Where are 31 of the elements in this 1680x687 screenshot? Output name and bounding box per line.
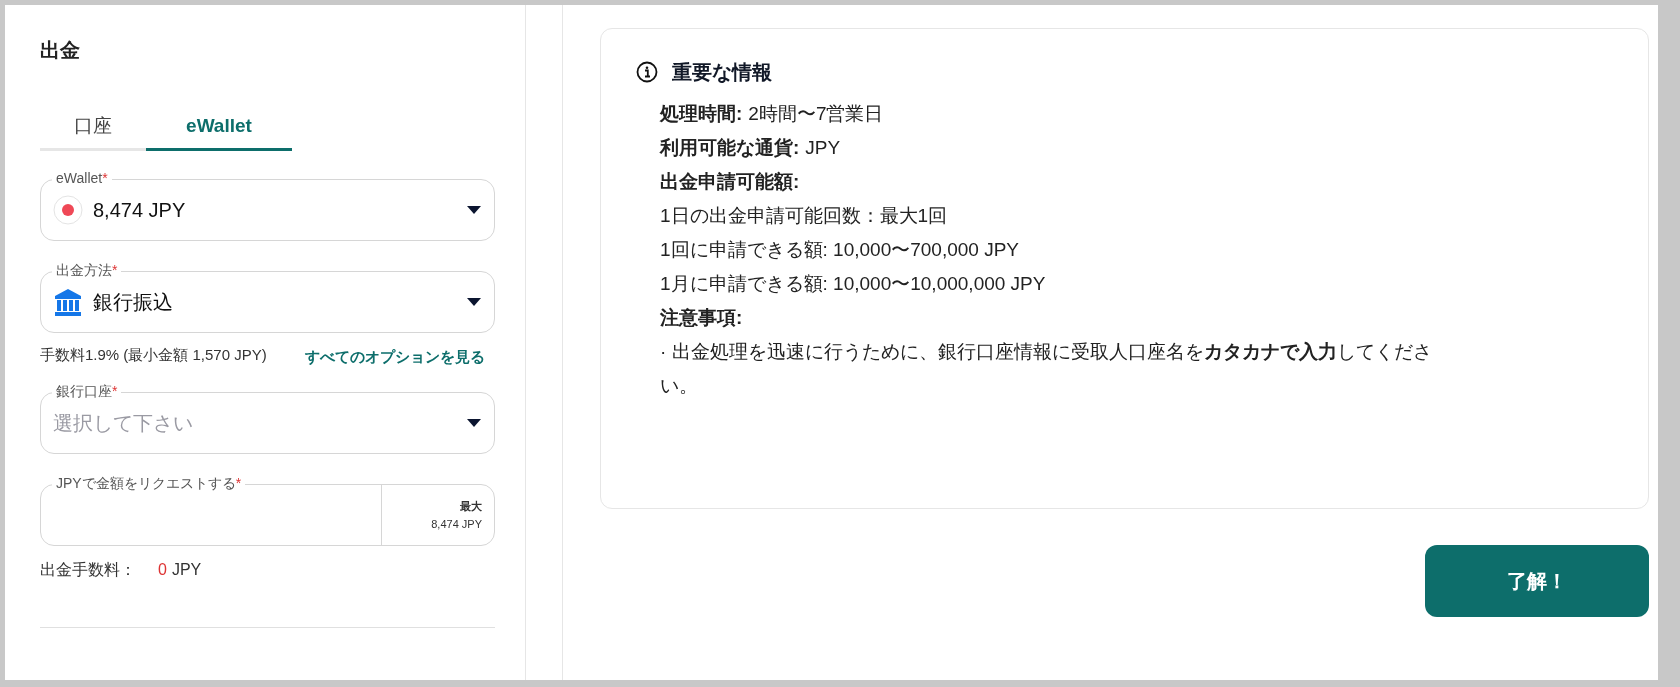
info-icon [636,61,658,83]
info-text: 1月に申請できる額: 10,000〜10,000,000 JPY [660,272,1047,296]
caret-icon [466,418,482,428]
max-label: 最大 [460,498,482,514]
fee-label: 出金手数料： [40,560,137,580]
info-text: 1日の出金申請可能回数：最大1回 [660,204,949,228]
caret-icon [466,297,482,307]
info-text: · 出金処理を迅速に行うために、銀行口座情報に受取人口座名をカタカナで入力してください。 [660,340,1433,398]
flag-icon [53,195,83,225]
info-title: 重要な情報 [672,60,772,85]
caret-icon [466,205,482,215]
field-label: 出金方法* [52,261,122,279]
info-heading: 出金申請可能額: [660,171,800,192]
fee-value: 0 [158,560,167,580]
info-heading: 注意事項: [660,307,743,328]
info-label: 利用可能な通貨: [660,136,800,160]
fee-note: 手数料1.9% (最小金額 1,570 JPY) [40,345,268,365]
fee-currency: JPY [171,560,202,580]
field-label: JPYで金額をリクエストする* [52,474,246,492]
confirm-button[interactable]: 了解！ [1425,545,1649,617]
info-value: JPY [805,136,841,160]
tab[interactable]: eWallet [146,105,292,151]
field-label: 銀行口座* [52,382,122,400]
info-value: 2時間〜7営業日 [748,102,884,126]
page-title: 出金 [40,38,81,63]
tab[interactable]: 口座 [40,105,146,151]
bank-icon [53,287,83,317]
info-label: 処理時間: [660,102,743,126]
max-amount: 8,474 JPY [431,517,482,532]
options-link[interactable]: すべてのオプションを見る [295,343,495,370]
info-text: 1回に申請できる額: 10,000〜700,000 JPY [660,238,1021,262]
